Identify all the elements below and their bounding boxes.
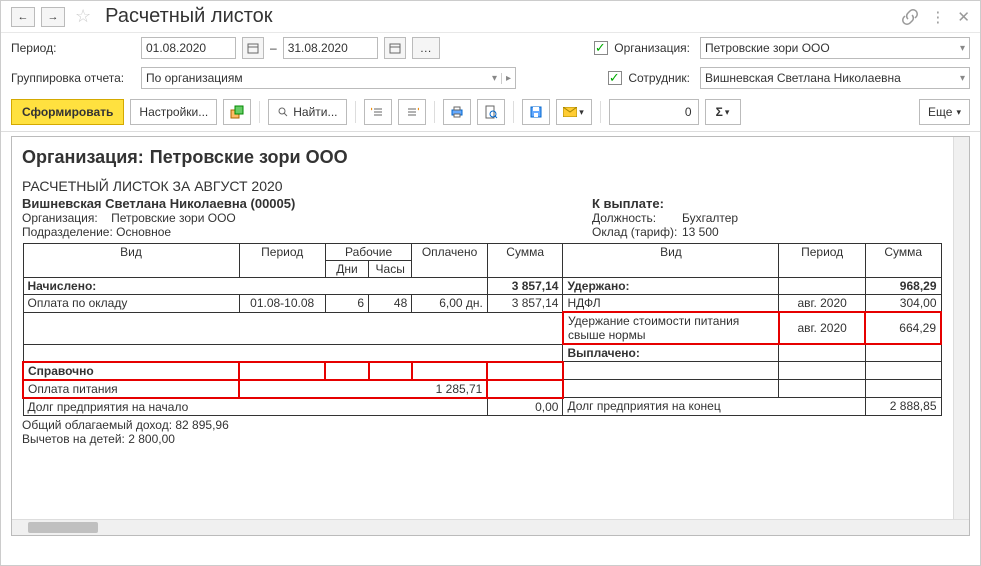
find-button[interactable]: Найти...	[268, 99, 346, 125]
footer-deductions: Вычетов на детей: 2 800,00	[22, 432, 959, 446]
period-picker-button[interactable]: …	[412, 37, 440, 59]
print-icon[interactable]	[443, 99, 471, 125]
org-header-label: Организация:	[22, 147, 144, 168]
col-days: Дни	[325, 261, 368, 278]
col-sum-r: Сумма	[865, 244, 941, 278]
sigma-button[interactable]: Σ▾	[705, 99, 741, 125]
table-row: Справочно	[23, 362, 941, 380]
footer-taxable: Общий облагаемый доход: 82 895,96	[22, 418, 959, 432]
collapse-icon[interactable]	[398, 99, 426, 125]
position-value: Бухгалтер	[682, 211, 738, 225]
chevron-down-icon: ▾	[492, 73, 497, 84]
open-button[interactable]: ▸	[501, 73, 511, 84]
number-input[interactable]: 0	[609, 99, 699, 125]
grouping-dropdown[interactable]: По организациям ▾ ▸	[141, 67, 516, 89]
table-row: Оплата питания 1 285,71	[23, 380, 941, 398]
titlebar: ← → ☆ Расчетный листок ⋮ ✕	[1, 1, 980, 33]
org-line-value: Петровские зори ООО	[111, 211, 236, 225]
rate-value: 13 500	[682, 225, 719, 239]
col-work: Рабочие	[325, 244, 411, 261]
period-dash: –	[270, 41, 277, 55]
forward-button[interactable]: →	[41, 7, 65, 27]
col-paid: Оплачено	[412, 244, 488, 278]
close-icon[interactable]: ✕	[957, 8, 970, 26]
period-row: Период: 01.08.2020 – 31.08.2020 … ✓ Орга…	[1, 33, 980, 63]
col-hours: Часы	[369, 261, 412, 278]
col-kind-r: Вид	[563, 244, 779, 278]
scrollbar-horizontal[interactable]	[12, 519, 969, 535]
org-header-value: Петровские зори ООО	[150, 147, 348, 168]
settings-button[interactable]: Настройки...	[130, 99, 217, 125]
report-area: Организация: Петровские зори ООО РАСЧЕТН…	[11, 136, 970, 536]
col-period: Период	[239, 244, 325, 278]
date-from-calendar[interactable]	[242, 37, 264, 59]
table-row: Долг предприятия на начало 0,00 Долг пре…	[23, 398, 941, 416]
rate-label: Оклад (тариф):	[592, 225, 682, 239]
date-to-input[interactable]: 31.08.2020	[283, 37, 378, 59]
col-period-r: Период	[779, 244, 865, 278]
scrollbar-vertical[interactable]	[953, 137, 969, 519]
slip-title: РАСЧЕТНЫЙ ЛИСТОК ЗА АВГУСТ 2020	[22, 178, 959, 194]
to-pay-label: К выплате:	[592, 196, 738, 211]
org-filter-label: Организация:	[614, 41, 690, 55]
chevron-down-icon: ▾	[960, 43, 965, 54]
payslip-table: Вид Период Рабочие Оплачено Сумма Вид Пе…	[22, 243, 942, 416]
link-icon[interactable]	[902, 9, 918, 25]
emp-dropdown[interactable]: Вишневская Светлана Николаевна ▾	[700, 67, 970, 89]
more-button[interactable]: Еще▾	[919, 99, 970, 125]
grouping-label: Группировка отчета:	[11, 71, 131, 85]
page-title: Расчетный листок	[105, 5, 896, 28]
date-to-calendar[interactable]	[384, 37, 406, 59]
emp-filter-label: Сотрудник:	[628, 71, 690, 85]
favorite-star-icon[interactable]: ☆	[75, 6, 91, 27]
table-row: Оплата по окладу 01.08-10.08 6 48 6,00 д…	[23, 295, 941, 313]
back-button[interactable]: ←	[11, 7, 35, 27]
dept-value: Основное	[116, 225, 171, 239]
date-from-input[interactable]: 01.08.2020	[141, 37, 236, 59]
org-dropdown[interactable]: Петровские зори ООО ▾	[700, 37, 970, 59]
kebab-menu-icon[interactable]: ⋮	[930, 8, 945, 26]
position-label: Должность:	[592, 211, 682, 225]
expand-icon[interactable]	[364, 99, 392, 125]
save-icon[interactable]	[522, 99, 550, 125]
emp-checkbox[interactable]: ✓	[608, 71, 622, 85]
table-row: Начислено: 3 857,14 Удержано: 968,29	[23, 278, 941, 295]
org-checkbox[interactable]: ✓	[594, 41, 608, 55]
dept-label: Подразделение:	[22, 225, 113, 239]
col-kind: Вид	[23, 244, 239, 278]
preview-icon[interactable]	[477, 99, 505, 125]
col-sum: Сумма	[487, 244, 563, 278]
period-label: Период:	[11, 41, 131, 55]
save-variant-icon[interactable]	[223, 99, 251, 125]
table-row: Выплачено:	[23, 344, 941, 362]
org-line-label: Организация:	[22, 211, 98, 225]
employee-name: Вишневская Светлана Николаевна (00005)	[22, 196, 592, 211]
email-icon[interactable]: ▾	[556, 99, 592, 125]
form-button[interactable]: Сформировать	[11, 99, 124, 125]
chevron-down-icon: ▾	[960, 73, 965, 84]
grouping-row: Группировка отчета: По организациям ▾ ▸ …	[1, 63, 980, 93]
toolbar: Сформировать Настройки... Найти... ▾ 0 Σ…	[1, 93, 980, 132]
